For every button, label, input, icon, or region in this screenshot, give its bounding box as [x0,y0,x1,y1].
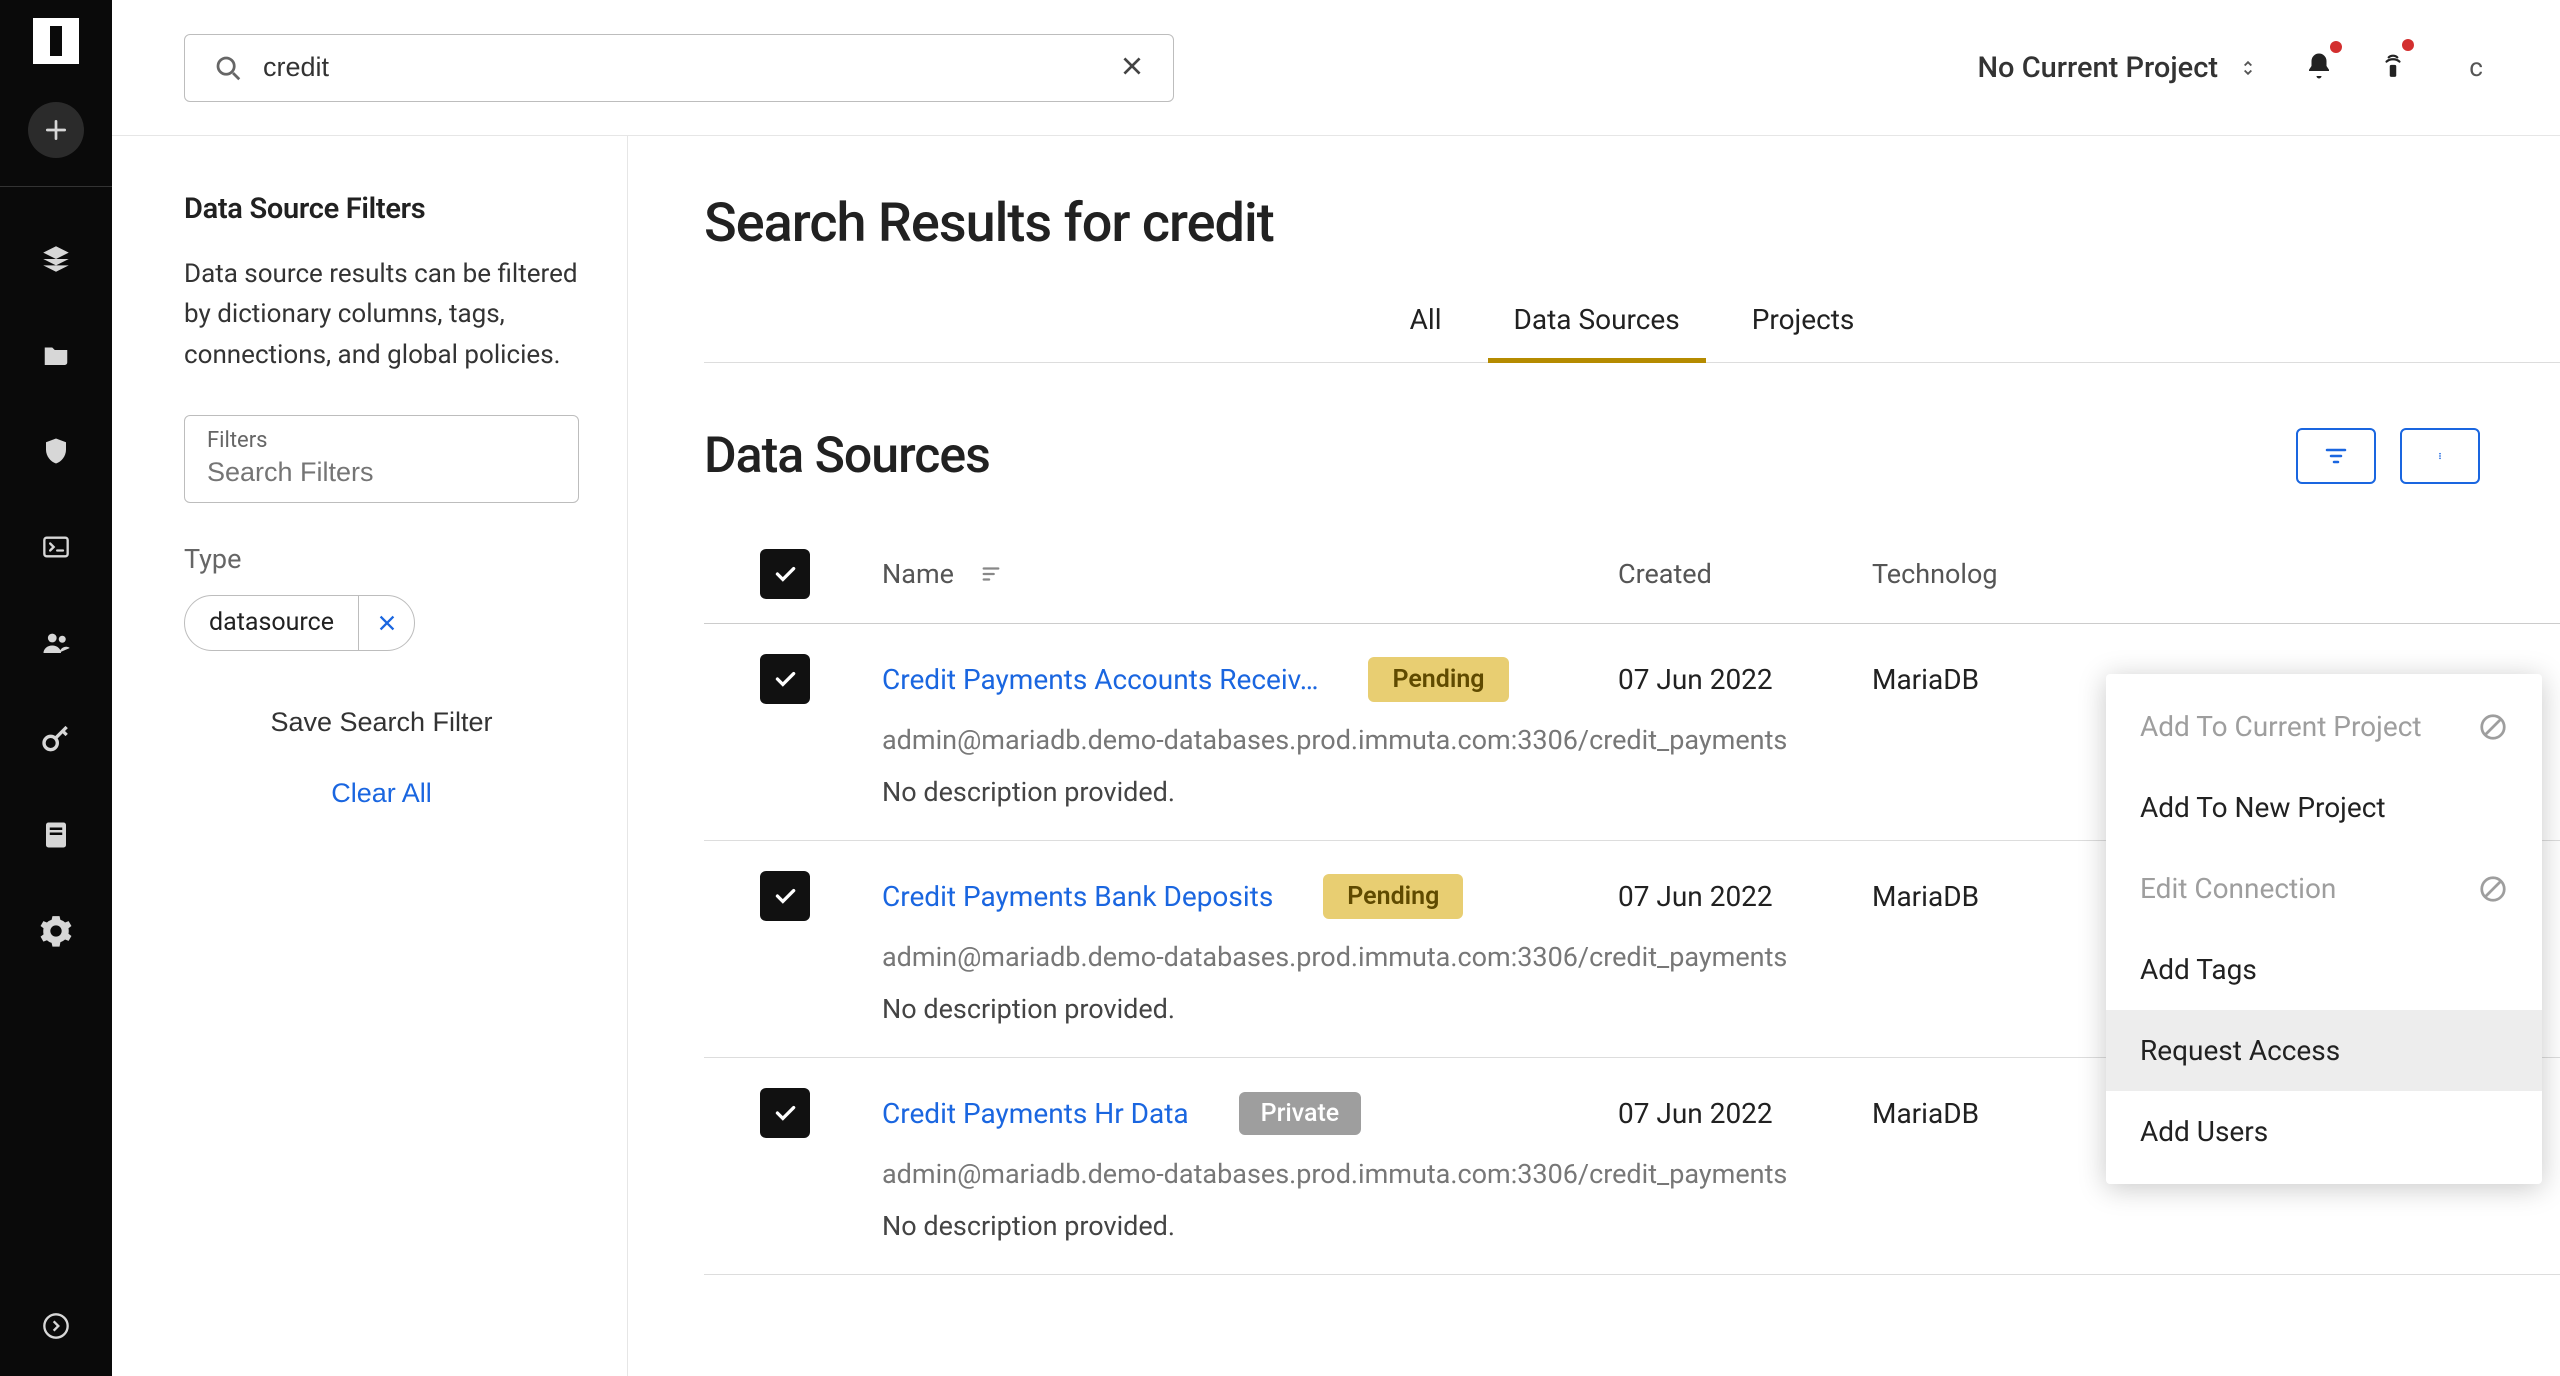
data-source-link[interactable]: Credit Payments Hr Data [882,1097,1189,1130]
menu-item-add-to-new-project[interactable]: Add To New Project [2106,767,2542,848]
row-technology: MariaDB [1872,1097,2132,1130]
filters-description: Data source results can be filtered by d… [184,254,579,375]
status-badge: Private [1239,1092,1362,1135]
status-badge: Pending [1368,657,1508,702]
menu-item-add-tags[interactable]: Add Tags [2106,929,2542,1010]
row-description: No description provided. [882,1210,2560,1242]
key-icon[interactable] [28,711,84,767]
bell-icon [2304,49,2334,83]
prohibit-icon [2478,874,2508,904]
menu-item-label: Add To Current Project [2140,710,2422,743]
clear-all-button[interactable]: Clear All [331,778,432,809]
filters-panel: Data Source Filters Data source results … [112,136,628,1376]
data-source-link[interactable]: Credit Payments Bank Deposits [882,880,1273,913]
unfold-icon [2238,54,2258,82]
row-checkbox[interactable] [760,871,810,921]
activity-button[interactable] [2380,47,2406,89]
chip-label: datasource [185,608,358,637]
folder-icon[interactable] [28,327,84,383]
menu-item-label: Add Tags [2140,953,2257,986]
row-created: 07 Jun 2022 [1618,663,1872,696]
avatar-letter: c [2469,53,2483,83]
add-button[interactable] [28,102,84,158]
sort-icon [976,563,1006,585]
menu-item-label: Add To New Project [2140,791,2386,824]
type-label: Type [184,543,579,575]
user-avatar[interactable]: c [2452,44,2500,92]
layers-icon[interactable] [28,231,84,287]
search-icon [213,53,243,83]
tab-data-sources[interactable]: Data Sources [1510,285,1684,362]
select-all-checkbox[interactable] [760,549,810,599]
chip-remove-icon[interactable] [358,595,414,651]
nav-rail [0,0,112,1376]
menu-item-add-users[interactable]: Add Users [2106,1091,2542,1172]
table-header: Name Created Technolog [704,525,2560,624]
row-checkbox[interactable] [760,654,810,704]
settings-icon[interactable] [28,903,84,959]
tab-projects[interactable]: Projects [1748,285,1859,362]
results-tabs: All Data Sources Projects [704,285,2560,363]
filter-chip-datasource: datasource [184,595,415,651]
menu-item-add-to-current-project: Add To Current Project [2106,686,2542,767]
people-icon[interactable] [28,615,84,671]
menu-item-label: Add Users [2140,1115,2268,1148]
row-technology: MariaDB [1872,880,2132,913]
filter-search-field[interactable]: Filters [184,415,579,503]
report-icon[interactable] [28,807,84,863]
shield-icon[interactable] [28,423,84,479]
row-technology: MariaDB [1872,663,2132,696]
bulk-actions-button[interactable] [2400,428,2480,484]
app-logo[interactable] [33,18,79,64]
search-input[interactable] [263,52,1119,83]
activity-icon [2380,47,2406,85]
prohibit-icon [2478,712,2508,742]
filter-icon [2321,444,2351,468]
filter-input-label: Filters [207,428,556,453]
menu-item-label: Request Access [2140,1034,2340,1067]
filters-title: Data Source Filters [184,192,579,226]
column-technology[interactable]: Technolog [1872,558,2132,590]
filter-search-input[interactable] [207,457,556,488]
clear-search-icon[interactable] [1119,53,1145,83]
notifications-button[interactable] [2304,49,2334,87]
bulk-actions-menu: Add To Current Project Add To New Project… [2106,674,2542,1184]
terminal-icon[interactable] [28,519,84,575]
menu-item-request-access[interactable]: Request Access [2106,1010,2542,1091]
menu-item-label: Edit Connection [2140,872,2336,905]
column-name[interactable]: Name [882,558,1618,590]
column-created[interactable]: Created [1618,558,1872,590]
save-filter-button[interactable]: Save Search Filter [270,707,492,738]
search-box[interactable] [184,34,1174,102]
row-created: 07 Jun 2022 [1618,1097,1872,1130]
status-badge: Pending [1323,874,1463,919]
filter-toggle-button[interactable] [2296,428,2376,484]
project-selector[interactable]: No Current Project [1977,51,2258,85]
menu-item-edit-connection: Edit Connection [2106,848,2542,929]
row-created: 07 Jun 2022 [1618,880,1872,913]
collapse-icon[interactable] [28,1298,84,1354]
results-title: Search Results for credit [704,192,2560,255]
tab-all[interactable]: All [1406,285,1446,362]
results-area: Search Results for credit All Data Source… [628,136,2560,1376]
topbar: No Current Project c [112,0,2560,136]
project-selector-label: No Current Project [1977,51,2218,85]
data-source-link[interactable]: Credit Payments Accounts Receiv… [882,663,1318,696]
notification-dot [2330,41,2342,53]
section-heading: Data Sources [704,427,990,485]
more-vert-icon [2436,442,2444,470]
activity-dot [2402,39,2414,51]
row-checkbox[interactable] [760,1088,810,1138]
